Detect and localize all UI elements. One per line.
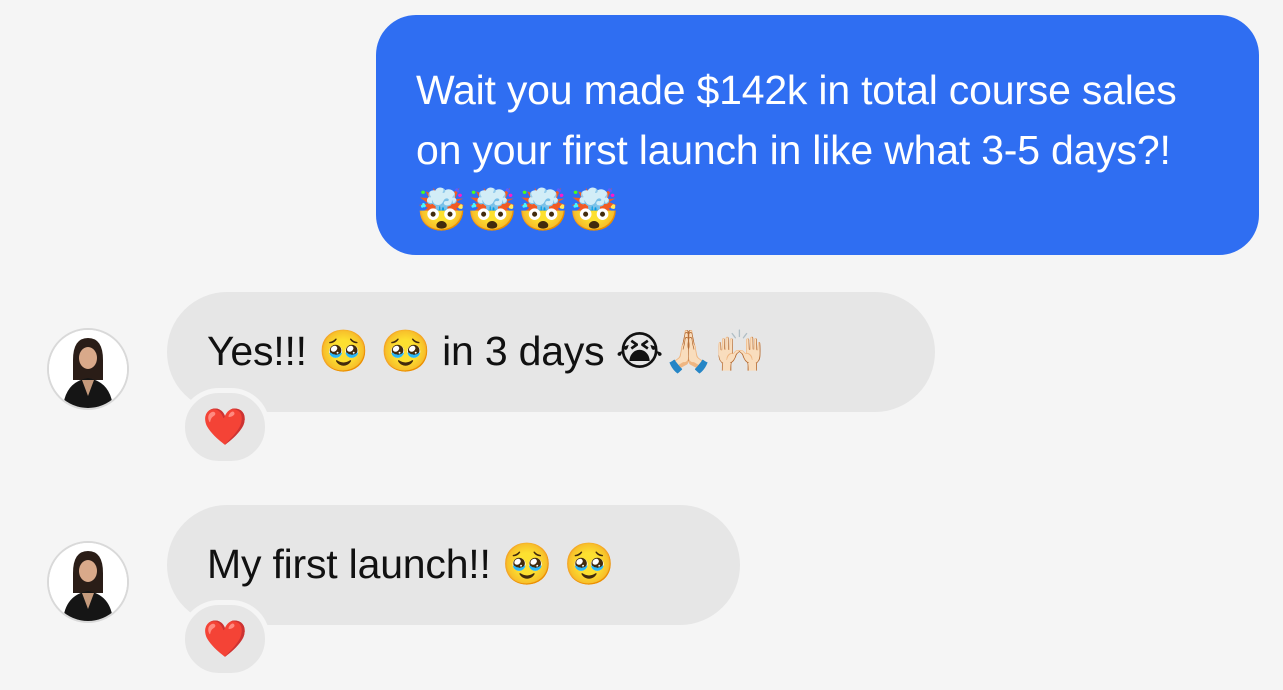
message-thread: Wait you made $142k in total course sale…: [0, 0, 1283, 690]
red-heart-icon[interactable]: ❤️: [180, 600, 270, 678]
red-heart-icon[interactable]: ❤️: [180, 388, 270, 466]
profile-photo-woman-icon: [49, 543, 127, 621]
sender-avatar[interactable]: [47, 541, 129, 623]
profile-photo-woman-icon: [49, 330, 127, 408]
sender-avatar[interactable]: [47, 328, 129, 410]
outgoing-message-bubble[interactable]: Wait you made $142k in total course sale…: [376, 15, 1259, 255]
incoming-message-bubble[interactable]: Yes!!! 🥹 🥹 in 3 days 😭🙏🏻🙌🏻: [167, 292, 935, 412]
